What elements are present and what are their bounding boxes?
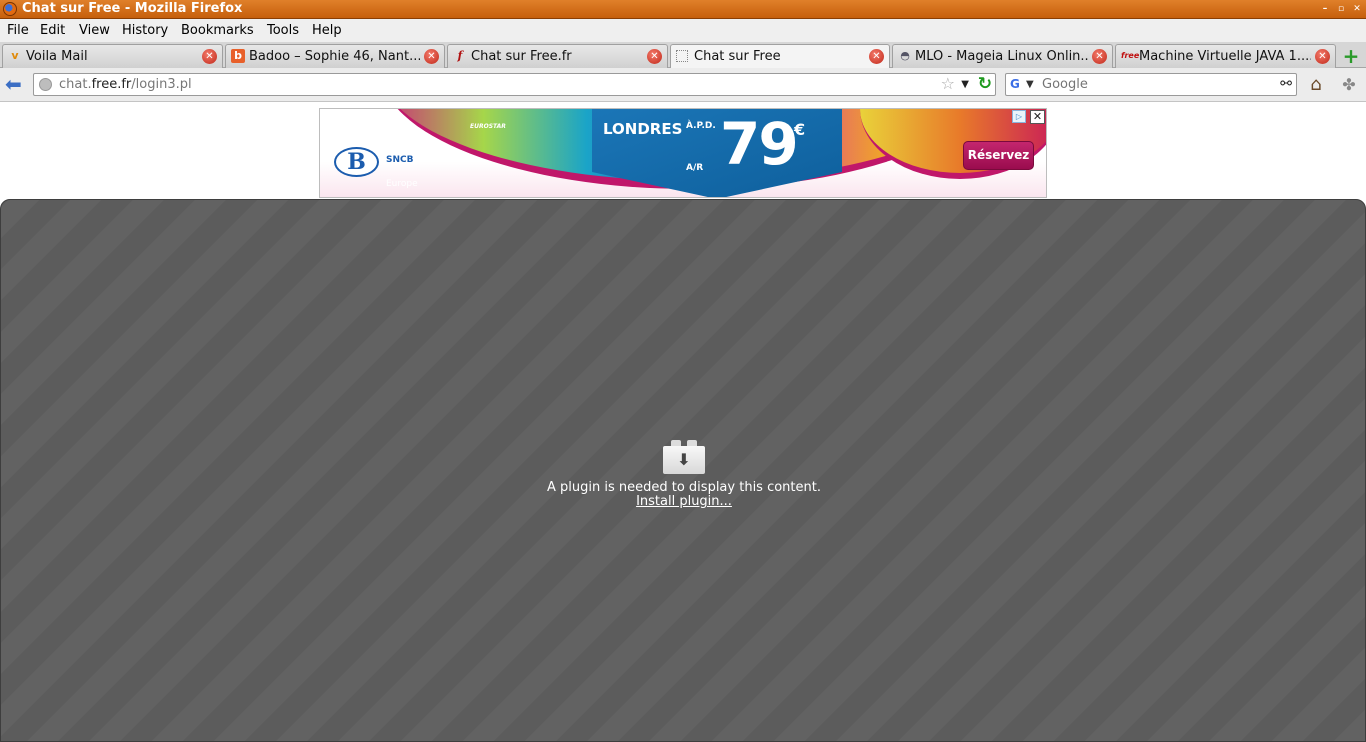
new-tab-icon[interactable]: + [1339, 45, 1363, 67]
mageia-icon: ◓ [900, 49, 910, 62]
window-title: Chat sur Free - Mozilla Firefox [22, 1, 243, 16]
plugin-download-icon: ⬇ [663, 440, 705, 474]
close-tab-icon[interactable]: ✕ [647, 49, 662, 64]
install-plugin-link[interactable]: Install plugin... [636, 494, 732, 509]
free-icon: free [1121, 51, 1140, 60]
window-titlebar: Chat sur Free - Mozilla Firefox – ▫ ✕ [0, 0, 1366, 19]
menu-edit[interactable]: Edit [40, 23, 65, 38]
tab-machine-virtuelle[interactable]: free Machine Virtuelle JAVA 1.... ✕ [1115, 44, 1336, 68]
close-tab-icon[interactable]: ✕ [1315, 49, 1330, 64]
ad-currency: € [794, 120, 806, 139]
flash-icon: f [457, 49, 463, 62]
home-icon[interactable]: ⌂ [1305, 74, 1327, 96]
menu-view[interactable]: View [79, 23, 110, 38]
address-url[interactable]: chat.free.fr/login3.pl [59, 77, 192, 92]
voila-icon: v [11, 49, 19, 62]
ad-region: Europe [386, 179, 418, 189]
ad-trip-label: A/R [686, 163, 704, 173]
ad-from-label: À.P.D. [686, 121, 716, 131]
navigation-toolbar: ⬅ chat.free.fr/login3.pl ☆ ▼ ↻ G ▼ ⚯ ⌂ ✤ [0, 68, 1366, 102]
close-window-icon[interactable]: ✕ [1350, 2, 1364, 16]
search-input[interactable] [1042, 76, 1272, 93]
history-dropdown-icon[interactable]: ▼ [961, 77, 969, 92]
menu-bookmarks[interactable]: Bookmarks [181, 23, 254, 38]
tab-label: Chat sur Free.fr [471, 49, 572, 64]
menu-tools[interactable]: Tools [267, 23, 299, 38]
tab-chat-sur-free[interactable]: Chat sur Free ✕ [670, 44, 890, 69]
back-arrow-icon[interactable]: ⬅ [5, 74, 27, 96]
tab-label: MLO - Mageia Linux Onlin... [915, 49, 1088, 64]
close-tab-icon[interactable]: ✕ [1092, 49, 1107, 64]
tab-badoo[interactable]: b Badoo – Sophie 46, Nant... ✕ [225, 44, 445, 68]
adchoices-icon[interactable]: ▷ [1012, 110, 1026, 123]
binoculars-icon[interactable]: ⚯ [1280, 76, 1292, 93]
menu-bar: File Edit View History Bookmarks Tools H… [0, 19, 1366, 42]
ad-brand: SNCB [386, 155, 414, 165]
maximize-icon[interactable]: ▫ [1334, 2, 1348, 16]
search-bar[interactable]: G ▼ ⚯ [1005, 73, 1297, 96]
ad-price: 79 [720, 110, 799, 178]
globe-icon [39, 78, 52, 91]
close-tab-icon[interactable]: ✕ [424, 49, 439, 64]
extension-icon[interactable]: ✤ [1338, 74, 1360, 96]
tab-label: Machine Virtuelle JAVA 1.... [1139, 49, 1311, 64]
menu-history[interactable]: History [122, 23, 168, 38]
reload-icon[interactable]: ↻ [978, 75, 992, 93]
badoo-icon: b [231, 49, 245, 63]
missing-plugin-area[interactable]: ⬇ A plugin is needed to display this con… [0, 199, 1366, 742]
firefox-icon [3, 2, 17, 16]
menu-help[interactable]: Help [312, 23, 342, 38]
tab-label: Chat sur Free [694, 49, 781, 64]
tab-voila-mail[interactable]: v Voila Mail ✕ [2, 44, 223, 68]
tab-chat-sur-free-fr[interactable]: f Chat sur Free.fr ✕ [447, 44, 668, 68]
google-icon[interactable]: G [1010, 77, 1024, 91]
close-tab-icon[interactable]: ✕ [202, 49, 217, 64]
tab-mlo-mageia[interactable]: ◓ MLO - Mageia Linux Onlin... ✕ [892, 44, 1113, 68]
tab-label: Badoo – Sophie 46, Nant... [249, 49, 420, 64]
ad-destination: LONDRES [603, 120, 683, 138]
menu-file[interactable]: File [7, 23, 29, 38]
close-tab-icon[interactable]: ✕ [869, 49, 884, 64]
ad-close-icon[interactable]: ✕ [1030, 110, 1045, 124]
ad-reserve-button[interactable]: Réservez [963, 141, 1034, 170]
blank-page-icon [676, 50, 688, 62]
minimize-icon[interactable]: – [1318, 2, 1332, 16]
ad-partner: EUROSTAR [470, 123, 506, 130]
tab-label: Voila Mail [26, 49, 88, 64]
search-engine-dropdown-icon[interactable]: ▼ [1026, 77, 1034, 92]
address-bar[interactable]: chat.free.fr/login3.pl ☆ ▼ ↻ [33, 73, 996, 96]
ad-banner[interactable]: B SNCB Europe EUROSTAR LONDRES À.P.D. A/… [319, 108, 1047, 198]
tab-strip: v Voila Mail ✕ b Badoo – Sophie 46, Nant… [0, 42, 1366, 69]
bookmark-star-icon[interactable]: ☆ [941, 75, 955, 93]
plugin-message: A plugin is needed to display this conte… [547, 480, 821, 495]
sncb-logo-icon: B [334, 147, 379, 177]
